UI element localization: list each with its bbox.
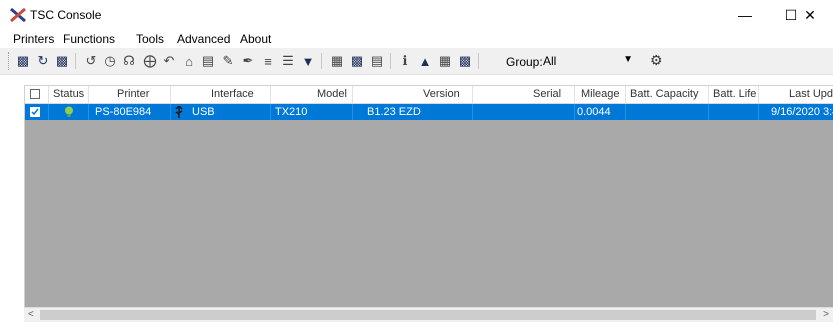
row-checkbox[interactable] bbox=[30, 107, 40, 117]
column-version[interactable]: Version bbox=[353, 86, 473, 103]
scrollbar-thumb[interactable] bbox=[40, 310, 816, 320]
tsc-logo-icon bbox=[10, 8, 26, 22]
toolbar-separator bbox=[75, 53, 76, 69]
toolbar-grip[interactable] bbox=[8, 52, 11, 70]
column-mileage[interactable]: Mileage bbox=[575, 86, 626, 103]
menu-advanced[interactable]: Advanced bbox=[177, 32, 230, 46]
column-last-update[interactable]: Last Update bbox=[759, 86, 833, 103]
toolbar-separator bbox=[321, 53, 322, 69]
undo-icon[interactable]: ↶ bbox=[160, 52, 178, 70]
window-title: TSC Console bbox=[30, 8, 102, 22]
toolbar: ▩ ↻ ▩ ↺ ◷ ☊ ⨁ ↶ ⌂ ▤ ✎ ✒ ≡ ☰ ▼ ▦ ▩ ▤ ℹ ▲ … bbox=[0, 48, 833, 75]
list-icon[interactable]: ≡ bbox=[259, 52, 277, 70]
terminal-icon[interactable]: ▦ bbox=[328, 52, 346, 70]
download-icon[interactable]: ☊ bbox=[120, 52, 138, 70]
column-interface[interactable]: Interface bbox=[171, 86, 271, 103]
interface-cell: USB bbox=[171, 104, 271, 120]
list-alt-icon[interactable]: ☰ bbox=[279, 52, 297, 70]
column-status[interactable]: Status bbox=[49, 86, 89, 103]
edit-icon[interactable]: ✎ bbox=[219, 52, 237, 70]
printer-alt-icon[interactable]: ▩ bbox=[348, 52, 366, 70]
last-update-cell: 9/16/2020 3:40:24 bbox=[771, 106, 833, 118]
rotate-icon[interactable]: ↺ bbox=[82, 52, 100, 70]
column-batt-capacity[interactable]: Batt. Capacity bbox=[626, 86, 709, 103]
scroll-right-icon[interactable]: > bbox=[823, 309, 829, 320]
batt-life-cell bbox=[709, 104, 759, 120]
group-select[interactable]: All ▼ bbox=[539, 52, 637, 70]
menu-functions[interactable]: Functions bbox=[63, 32, 115, 46]
shield-icon[interactable]: ▼ bbox=[299, 52, 317, 70]
calculator-icon[interactable]: ▩ bbox=[456, 52, 474, 70]
group-label: Group: bbox=[506, 55, 543, 69]
chart-icon[interactable]: ▤ bbox=[368, 52, 386, 70]
scroll-left-icon[interactable]: < bbox=[28, 309, 34, 320]
menu-bar: Printers Functions Tools Advanced About bbox=[0, 30, 833, 48]
printer-grid: Status Printer Interface Model Version S… bbox=[24, 85, 833, 322]
horizontal-scrollbar[interactable]: < > bbox=[24, 307, 833, 322]
status-cell bbox=[49, 104, 89, 120]
row-checkbox-cell[interactable] bbox=[25, 104, 49, 120]
checkmark-icon bbox=[31, 108, 39, 116]
table-row[interactable]: PS-80E984 USB TX210 B1.23 EZD 0.0044 9/1… bbox=[25, 104, 833, 120]
title-bar: TSC Console — ☐ ✕ bbox=[0, 0, 833, 30]
minimize-button[interactable]: — bbox=[722, 0, 768, 30]
column-serial[interactable]: Serial bbox=[473, 86, 575, 103]
close-button[interactable]: ✕ bbox=[787, 0, 833, 30]
grid-header: Status Printer Interface Model Version S… bbox=[25, 86, 833, 104]
pen-icon[interactable]: ✒ bbox=[239, 52, 257, 70]
toolbar-separator bbox=[390, 53, 391, 69]
version-cell: B1.23 EZD bbox=[353, 104, 473, 120]
serial-cell bbox=[473, 104, 575, 120]
column-model[interactable]: Model bbox=[271, 86, 353, 103]
refresh-icon[interactable]: ↻ bbox=[34, 52, 52, 70]
model-cell: TX210 bbox=[271, 104, 353, 120]
document-icon[interactable]: ▤ bbox=[199, 52, 217, 70]
clock-icon[interactable]: ◷ bbox=[101, 52, 119, 70]
select-all-checkbox[interactable] bbox=[30, 89, 40, 99]
printer-icon[interactable]: ▩ bbox=[14, 52, 32, 70]
gear-icon[interactable]: ⚙ bbox=[650, 52, 663, 69]
column-printer[interactable]: Printer bbox=[89, 86, 171, 103]
usb-icon bbox=[175, 106, 183, 118]
bell-icon[interactable]: ▲ bbox=[416, 52, 434, 70]
toolbar-separator bbox=[478, 53, 479, 69]
lightbulb-icon bbox=[65, 106, 73, 117]
menu-about[interactable]: About bbox=[240, 32, 271, 46]
group-select-value: All bbox=[543, 54, 557, 68]
batt-capacity-cell bbox=[626, 104, 709, 120]
printer-cell: PS-80E984 bbox=[89, 104, 171, 120]
home-icon[interactable]: ⌂ bbox=[180, 52, 198, 70]
menu-printers[interactable]: Printers bbox=[13, 32, 54, 46]
dropdown-arrow-icon: ▼ bbox=[623, 54, 633, 65]
column-batt-life[interactable]: Batt. Life bbox=[709, 86, 759, 103]
printer-remove-icon[interactable]: ▩ bbox=[53, 52, 71, 70]
grid-icon[interactable]: ▦ bbox=[436, 52, 454, 70]
menu-tools[interactable]: Tools bbox=[136, 32, 164, 46]
crosshair-icon[interactable]: ⨁ bbox=[141, 52, 159, 70]
info-icon[interactable]: ℹ bbox=[396, 52, 414, 70]
select-all-checkbox-cell[interactable] bbox=[25, 86, 49, 103]
mileage-cell: 0.0044 bbox=[575, 104, 626, 120]
